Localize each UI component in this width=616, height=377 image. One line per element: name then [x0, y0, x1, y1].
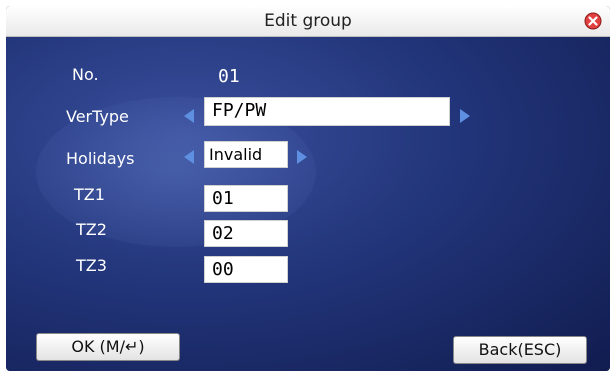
tz3-field[interactable]: 00: [204, 256, 288, 283]
holidays-label: Holidays: [66, 149, 135, 168]
device-frame: Edit group No. 01 VerType FP/PW Holidays…: [6, 6, 610, 371]
tz2-field[interactable]: 02: [204, 220, 288, 247]
tz3-label: TZ3: [76, 256, 107, 275]
ok-button[interactable]: OK (M/↵): [36, 333, 180, 361]
vertype-next-arrow-icon[interactable]: [460, 109, 470, 123]
no-label: No.: [72, 65, 99, 84]
vertype-label: VerType: [66, 107, 129, 126]
tz1-field[interactable]: 01: [204, 185, 288, 212]
holidays-prev-arrow-icon[interactable]: [184, 150, 194, 164]
holidays-field[interactable]: Invalid: [204, 141, 288, 168]
tz1-label: TZ1: [74, 185, 105, 204]
tz2-label: TZ2: [76, 220, 107, 239]
close-icon[interactable]: [584, 12, 602, 30]
back-button[interactable]: Back(ESC): [453, 336, 587, 364]
window-title: Edit group: [264, 11, 352, 31]
title-bar: Edit group: [6, 6, 610, 37]
holidays-next-arrow-icon[interactable]: [297, 150, 307, 164]
vertype-prev-arrow-icon[interactable]: [184, 109, 194, 123]
vertype-field[interactable]: FP/PW: [204, 97, 450, 126]
no-value: 01: [218, 66, 240, 87]
edit-group-screen: No. 01 VerType FP/PW Holidays Invalid TZ…: [6, 37, 610, 371]
